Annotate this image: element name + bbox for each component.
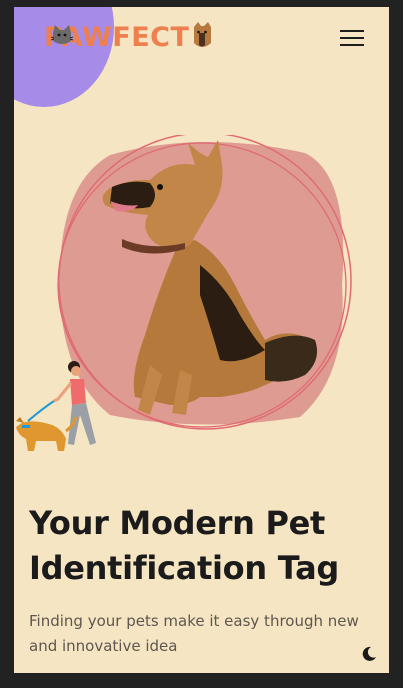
page: PAWFECT Your Modern Pet Identification T…	[14, 7, 389, 673]
cat-icon	[50, 25, 74, 44]
moon-icon[interactable]	[361, 646, 377, 662]
hero-subtitle: Finding your pets make it easy through n…	[29, 612, 359, 655]
dog-icon	[194, 22, 211, 47]
dog-walker-illustration	[16, 361, 96, 451]
hero-title: Your Modern Pet Identification Tag	[29, 504, 339, 587]
hamburger-menu-icon[interactable]	[340, 28, 366, 48]
